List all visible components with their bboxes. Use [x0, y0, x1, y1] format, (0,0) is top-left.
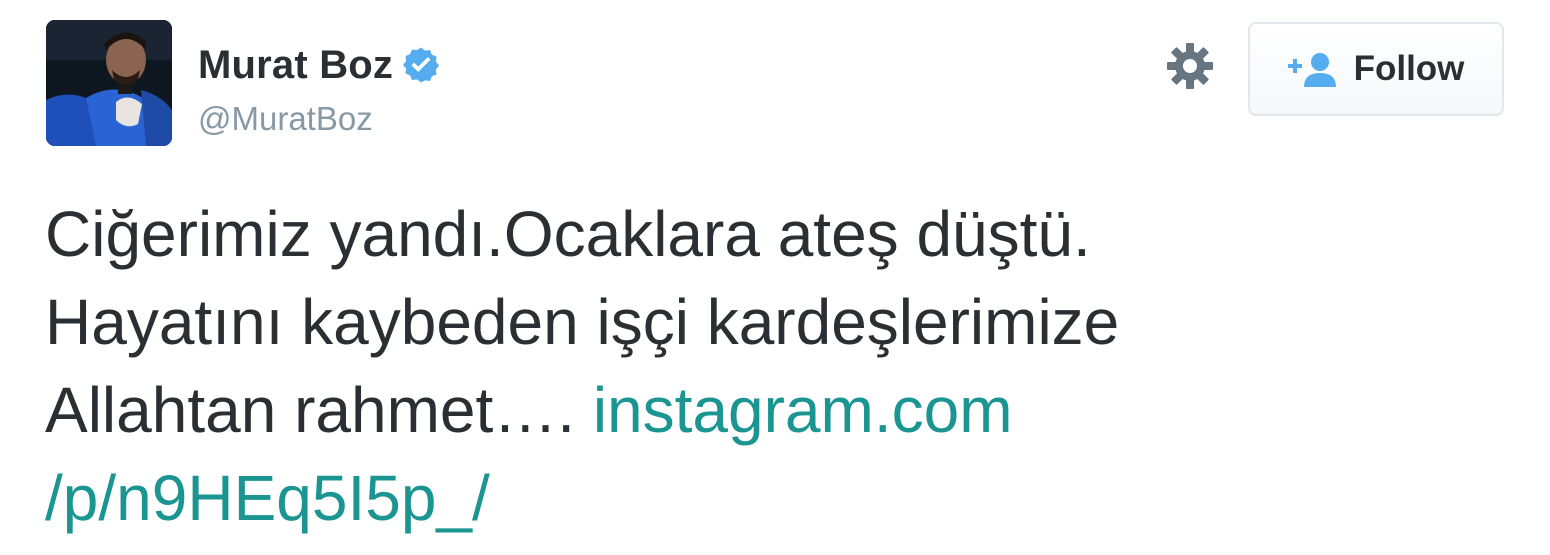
tweet-line-2: Hayatını kaybeden işçi kardeşlerimize [45, 286, 1120, 358]
avatar-image [46, 20, 172, 146]
verified-badge-icon [403, 47, 440, 83]
tweet-line-3-text: Allahtan rahmet…. [45, 374, 593, 446]
add-user-icon [1287, 53, 1336, 87]
tweet-line-4: /p/n9HEq5I5p_/ [45, 454, 1345, 542]
tweet-line-1: Ciğerimiz yandı.Ocaklara ateş düştü. [45, 198, 1091, 270]
follow-label: Follow [1353, 49, 1465, 88]
tweet-line-3: Allahtan rahmet…. instagram.com [45, 366, 1345, 454]
display-name[interactable]: Murat Boz [198, 43, 393, 88]
user-handle[interactable]: @MuratBoz [198, 100, 373, 138]
user-name-row: Murat Boz [198, 40, 441, 90]
tweet-card: Murat Boz @MuratBoz Follow Ciğerimiz yan… [0, 0, 1550, 555]
follow-button[interactable]: Follow [1248, 22, 1504, 116]
avatar[interactable] [46, 20, 172, 146]
instagram-link-path[interactable]: /p/n9HEq5I5p_/ [45, 462, 490, 534]
gear-icon[interactable] [1166, 42, 1214, 90]
tweet-text: Ciğerimiz yandı.Ocaklara ateş düştü. Hay… [45, 190, 1345, 542]
instagram-link[interactable]: instagram.com [593, 374, 1013, 446]
